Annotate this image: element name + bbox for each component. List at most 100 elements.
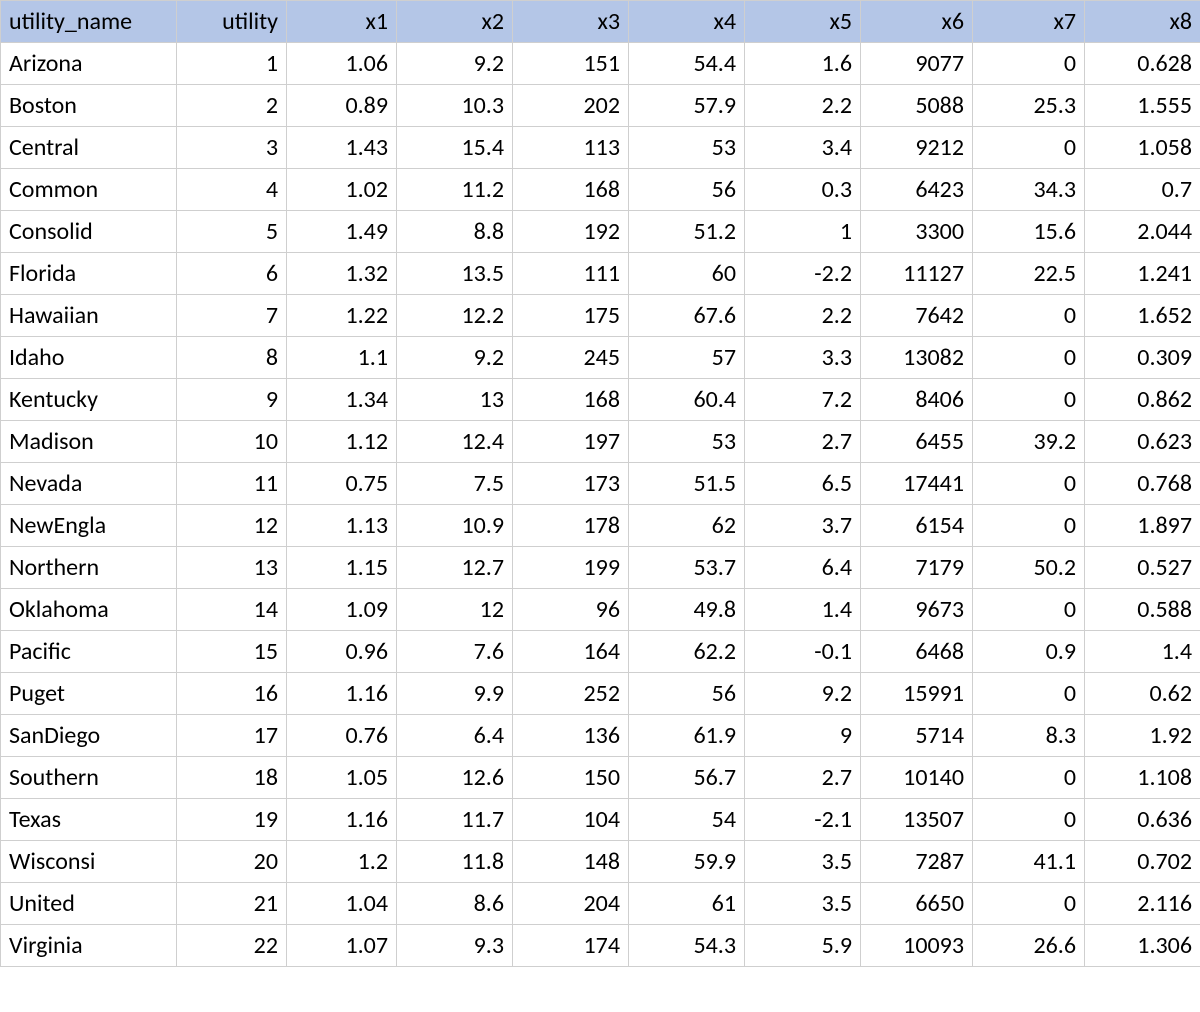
cell-utility[interactable]: 13 (177, 547, 287, 589)
cell-x6[interactable]: 9077 (861, 43, 973, 85)
cell-x5[interactable]: 1.6 (745, 43, 861, 85)
cell-utility-name[interactable]: Arizona (1, 43, 177, 85)
cell-x2[interactable]: 13 (397, 379, 513, 421)
cell-x5[interactable]: 1 (745, 211, 861, 253)
cell-x1[interactable]: 1.06 (287, 43, 397, 85)
cell-x3[interactable]: 252 (513, 673, 629, 715)
cell-x2[interactable]: 9.9 (397, 673, 513, 715)
cell-x8[interactable]: 0.309 (1085, 337, 1200, 379)
cell-x5[interactable]: 3.5 (745, 841, 861, 883)
cell-x5[interactable]: 9 (745, 715, 861, 757)
cell-x3[interactable]: 204 (513, 883, 629, 925)
cell-utility-name[interactable]: Madison (1, 421, 177, 463)
cell-x1[interactable]: 1.15 (287, 547, 397, 589)
cell-x5[interactable]: 2.2 (745, 295, 861, 337)
cell-x1[interactable]: 1.32 (287, 253, 397, 295)
cell-x2[interactable]: 11.2 (397, 169, 513, 211)
cell-utility[interactable]: 4 (177, 169, 287, 211)
cell-x6[interactable]: 7179 (861, 547, 973, 589)
cell-x8[interactable]: 2.044 (1085, 211, 1200, 253)
cell-utility-name[interactable]: Oklahoma (1, 589, 177, 631)
cell-x2[interactable]: 9.2 (397, 43, 513, 85)
cell-x6[interactable]: 6650 (861, 883, 973, 925)
cell-x4[interactable]: 61.9 (629, 715, 745, 757)
cell-x7[interactable]: 41.1 (973, 841, 1085, 883)
cell-x2[interactable]: 11.7 (397, 799, 513, 841)
cell-x3[interactable]: 113 (513, 127, 629, 169)
cell-x2[interactable]: 11.8 (397, 841, 513, 883)
cell-x6[interactable]: 15991 (861, 673, 973, 715)
cell-x7[interactable]: 0 (973, 337, 1085, 379)
cell-x8[interactable]: 1.4 (1085, 631, 1200, 673)
cell-x6[interactable]: 5088 (861, 85, 973, 127)
cell-x5[interactable]: 2.2 (745, 85, 861, 127)
cell-x4[interactable]: 57 (629, 337, 745, 379)
cell-x3[interactable]: 192 (513, 211, 629, 253)
cell-x5[interactable]: 6.5 (745, 463, 861, 505)
cell-x8[interactable]: 0.636 (1085, 799, 1200, 841)
cell-x3[interactable]: 150 (513, 757, 629, 799)
cell-x4[interactable]: 59.9 (629, 841, 745, 883)
cell-utility-name[interactable]: Consolid (1, 211, 177, 253)
cell-x5[interactable]: 0.3 (745, 169, 861, 211)
cell-x4[interactable]: 67.6 (629, 295, 745, 337)
cell-x6[interactable]: 5714 (861, 715, 973, 757)
cell-utility[interactable]: 9 (177, 379, 287, 421)
cell-x1[interactable]: 1.05 (287, 757, 397, 799)
cell-x2[interactable]: 8.8 (397, 211, 513, 253)
cell-x1[interactable]: 1.22 (287, 295, 397, 337)
cell-x4[interactable]: 57.9 (629, 85, 745, 127)
cell-x5[interactable]: -2.2 (745, 253, 861, 295)
cell-utility[interactable]: 16 (177, 673, 287, 715)
cell-x2[interactable]: 10.3 (397, 85, 513, 127)
cell-x3[interactable]: 148 (513, 841, 629, 883)
cell-utility-name[interactable]: Southern (1, 757, 177, 799)
cell-x7[interactable]: 0 (973, 295, 1085, 337)
cell-x7[interactable]: 0 (973, 799, 1085, 841)
cell-x2[interactable]: 15.4 (397, 127, 513, 169)
cell-utility-name[interactable]: Common (1, 169, 177, 211)
cell-x1[interactable]: 1.12 (287, 421, 397, 463)
cell-x6[interactable]: 17441 (861, 463, 973, 505)
cell-x3[interactable]: 136 (513, 715, 629, 757)
cell-x7[interactable]: 0 (973, 43, 1085, 85)
cell-x7[interactable]: 0 (973, 673, 1085, 715)
cell-x2[interactable]: 7.5 (397, 463, 513, 505)
cell-x6[interactable]: 8406 (861, 379, 973, 421)
cell-x8[interactable]: 1.897 (1085, 505, 1200, 547)
cell-x5[interactable]: 2.7 (745, 421, 861, 463)
cell-utility[interactable]: 7 (177, 295, 287, 337)
cell-x3[interactable]: 164 (513, 631, 629, 673)
cell-x1[interactable]: 1.2 (287, 841, 397, 883)
cell-x4[interactable]: 60 (629, 253, 745, 295)
cell-utility-name[interactable]: SanDiego (1, 715, 177, 757)
cell-x3[interactable]: 245 (513, 337, 629, 379)
cell-x7[interactable]: 0 (973, 883, 1085, 925)
cell-x4[interactable]: 60.4 (629, 379, 745, 421)
cell-x3[interactable]: 168 (513, 169, 629, 211)
cell-x6[interactable]: 13082 (861, 337, 973, 379)
cell-utility[interactable]: 1 (177, 43, 287, 85)
cell-x6[interactable]: 6423 (861, 169, 973, 211)
cell-x4[interactable]: 61 (629, 883, 745, 925)
cell-utility[interactable]: 20 (177, 841, 287, 883)
cell-utility[interactable]: 10 (177, 421, 287, 463)
cell-x7[interactable]: 0 (973, 127, 1085, 169)
cell-utility-name[interactable]: Idaho (1, 337, 177, 379)
cell-x4[interactable]: 56.7 (629, 757, 745, 799)
cell-x1[interactable]: 1.02 (287, 169, 397, 211)
cell-x5[interactable]: -0.1 (745, 631, 861, 673)
cell-x5[interactable]: 7.2 (745, 379, 861, 421)
cell-x4[interactable]: 54.3 (629, 925, 745, 967)
cell-x6[interactable]: 10093 (861, 925, 973, 967)
cell-x2[interactable]: 12.2 (397, 295, 513, 337)
cell-utility[interactable]: 6 (177, 253, 287, 295)
cell-x7[interactable]: 50.2 (973, 547, 1085, 589)
cell-x2[interactable]: 12.7 (397, 547, 513, 589)
cell-x3[interactable]: 104 (513, 799, 629, 841)
cell-x6[interactable]: 3300 (861, 211, 973, 253)
cell-utility[interactable]: 21 (177, 883, 287, 925)
cell-x7[interactable]: 0 (973, 589, 1085, 631)
cell-x4[interactable]: 51.5 (629, 463, 745, 505)
cell-x5[interactable]: 9.2 (745, 673, 861, 715)
